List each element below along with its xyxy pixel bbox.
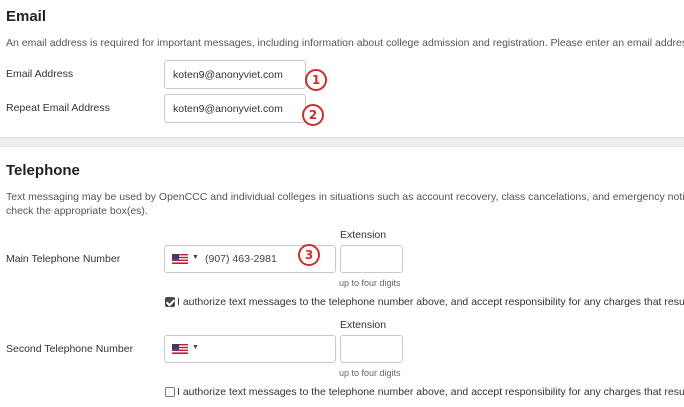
us-flag-icon[interactable] [172, 254, 188, 264]
email-address-input[interactable] [164, 60, 306, 89]
second-telephone-field[interactable]: ▼ [164, 335, 336, 363]
main-authorize-text: I authorize text messages to the telepho… [177, 296, 684, 308]
main-extension-hint: up to four digits [339, 278, 401, 288]
second-extension-hint: up to four digits [339, 368, 401, 378]
email-address-label: Email Address [6, 68, 74, 80]
repeat-email-input[interactable] [164, 94, 306, 123]
country-dropdown-icon[interactable]: ▼ [192, 344, 199, 351]
second-authorize-checkbox[interactable] [165, 387, 175, 397]
second-extension-input[interactable] [340, 335, 403, 363]
repeat-email-label: Repeat Email Address [6, 102, 110, 114]
main-extension-input[interactable] [340, 245, 403, 273]
second-telephone-label: Second Telephone Number [6, 343, 134, 355]
email-section-title: Email [6, 8, 47, 25]
main-authorize-checkbox[interactable] [165, 297, 175, 307]
main-extension-label: Extension [340, 229, 387, 241]
us-flag-icon[interactable] [172, 344, 188, 354]
email-section-description: An email address is required for importa… [6, 37, 684, 49]
second-extension-label: Extension [340, 319, 387, 331]
country-dropdown-icon[interactable]: ▼ [192, 254, 199, 261]
telephone-section-title: Telephone [6, 162, 80, 179]
annotation-badge-2: 2 [302, 104, 324, 126]
telephone-description-line1: Text messaging may be used by OpenCCC an… [6, 191, 684, 203]
section-divider [0, 137, 684, 147]
main-telephone-label: Main Telephone Number [6, 253, 121, 265]
annotation-badge-3: 3 [298, 244, 320, 266]
second-authorize-text: I authorize text messages to the telepho… [177, 386, 684, 398]
main-telephone-value[interactable]: (907) 463-2981 [205, 253, 277, 265]
annotation-badge-1: 1 [305, 69, 327, 91]
telephone-description-line2: check the appropriate box(es). [6, 205, 148, 217]
